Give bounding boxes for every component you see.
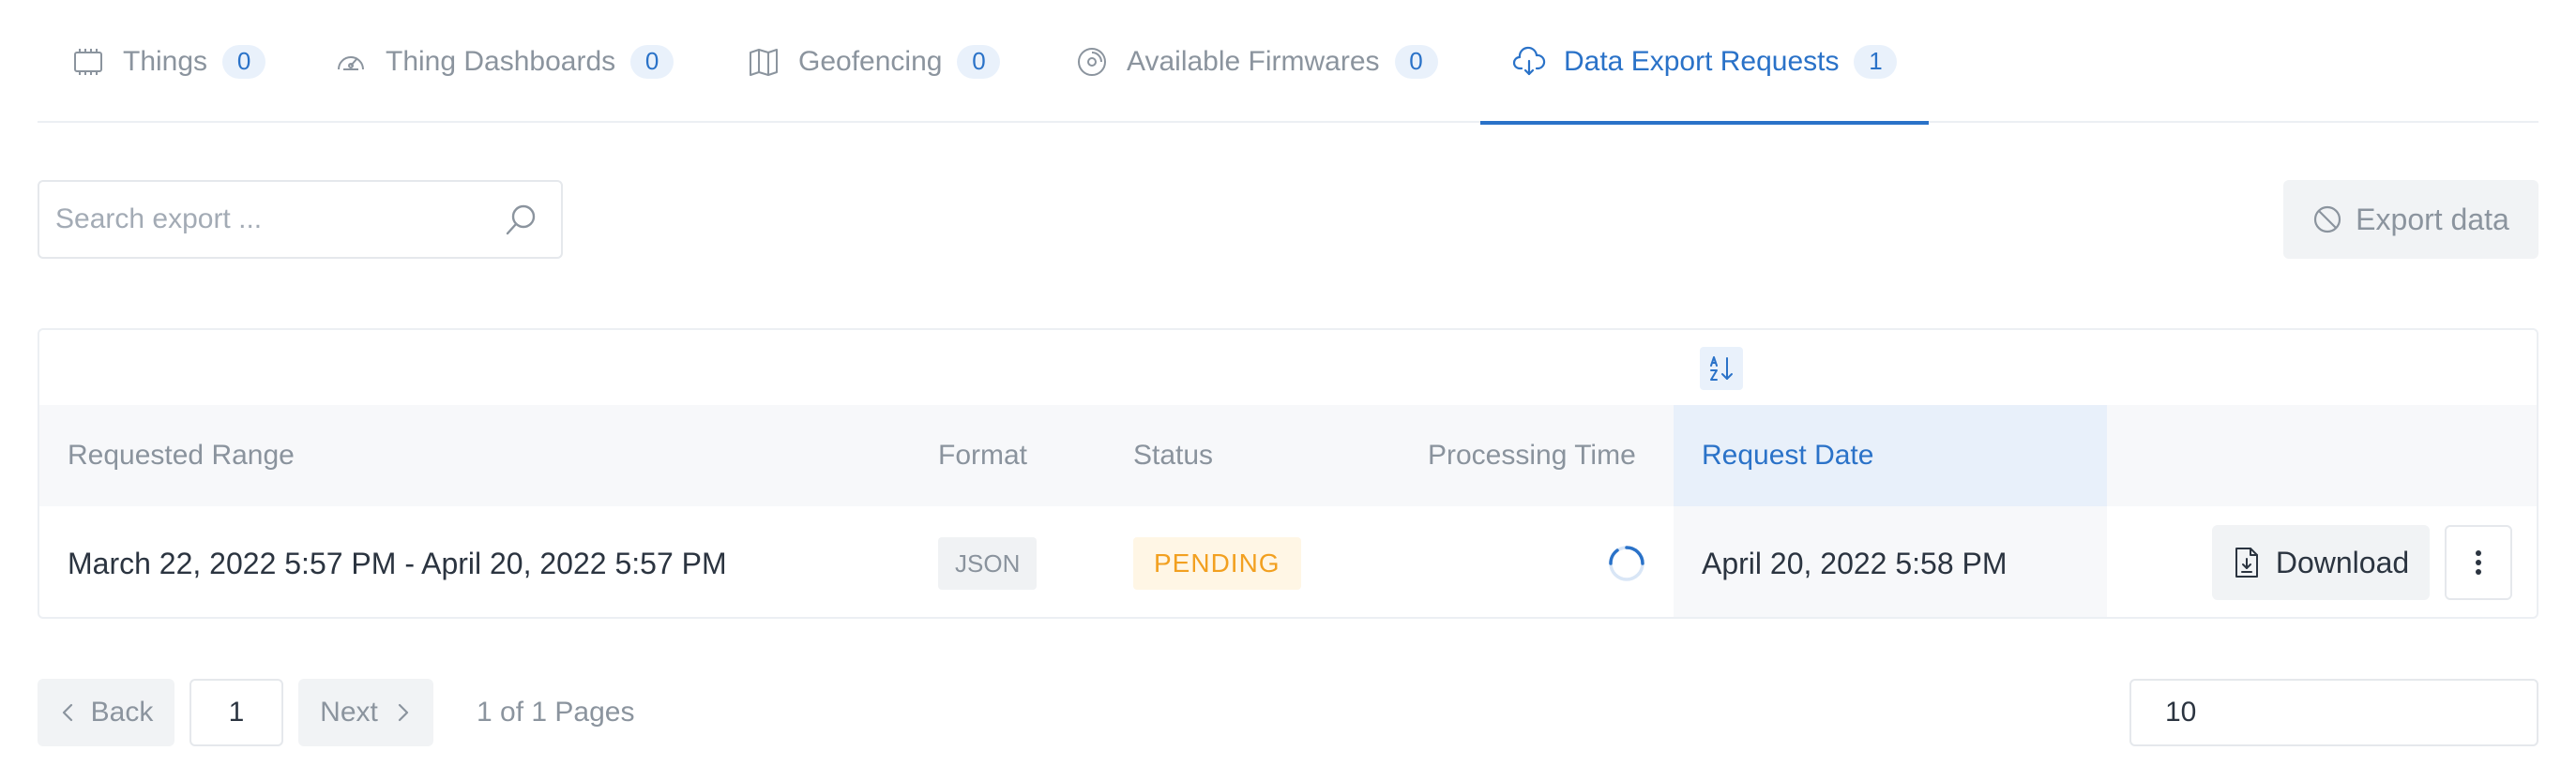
map-icon — [747, 45, 780, 79]
tab-label: Geofencing — [798, 45, 943, 77]
tab-label: Things — [123, 45, 208, 77]
download-label: Download — [2275, 545, 2410, 579]
search-box — [38, 180, 563, 259]
column-header-request-date[interactable]: Request Date — [1674, 405, 2107, 506]
page-size-value: 10 — [2165, 697, 2197, 728]
page-size-select[interactable]: 10 — [2129, 679, 2538, 746]
cell-processing-time — [1606, 506, 1647, 617]
file-download-icon — [2235, 548, 2258, 578]
chip-icon — [71, 45, 105, 79]
loading-spinner-icon — [1609, 546, 1644, 581]
status-badge: PENDING — [1133, 537, 1301, 590]
tab-count-badge: 0 — [957, 44, 1001, 79]
page-number-input[interactable] — [189, 679, 283, 746]
format-chip: JSON — [938, 537, 1038, 590]
tab-count-badge: 0 — [1394, 44, 1438, 79]
column-header-format[interactable]: Format — [938, 405, 1027, 506]
export-data-button[interactable]: Export data — [2283, 180, 2538, 259]
next-label: Next — [320, 697, 378, 728]
tab-available-firmwares[interactable]: Available Firmwares 0 — [1075, 0, 1438, 123]
export-requests-table: Requested Range Format Status Processing… — [38, 328, 2538, 619]
tab-geofencing[interactable]: Geofencing 0 — [747, 0, 1001, 123]
tab-label: Thing Dashboards — [386, 45, 616, 77]
disabled-icon — [2314, 205, 2341, 233]
export-data-label: Export data — [2356, 202, 2509, 236]
cloud-download-icon — [1512, 45, 1546, 79]
tab-count-badge: 0 — [222, 44, 266, 79]
sort-row — [39, 330, 2537, 405]
table-header: Requested Range Format Status Processing… — [39, 405, 2537, 506]
column-header-processing-time[interactable]: Processing Time — [1428, 405, 1636, 506]
search-icon[interactable] — [503, 203, 538, 238]
cell-status: PENDING — [1133, 506, 1301, 617]
gauge-icon — [334, 45, 368, 79]
column-header-requested-range[interactable]: Requested Range — [68, 405, 295, 506]
sort-az-icon[interactable] — [1700, 347, 1743, 390]
search-input[interactable] — [39, 182, 561, 257]
cell-request-date: April 20, 2022 5:58 PM — [1702, 546, 2008, 580]
tab-count-badge: 1 — [1854, 44, 1898, 79]
tab-label: Data Export Requests — [1564, 45, 1840, 77]
tab-things[interactable]: Things 0 — [71, 0, 266, 123]
page-info: 1 of 1 Pages — [477, 697, 635, 728]
column-header-status[interactable]: Status — [1133, 405, 1213, 506]
table-row: March 22, 2022 5:57 PM - April 20, 2022 … — [39, 506, 2537, 617]
row-actions-button[interactable] — [2445, 525, 2512, 600]
tab-thing-dashboards[interactable]: Thing Dashboards 0 — [334, 0, 674, 123]
cell-format: JSON — [938, 506, 1038, 617]
back-button[interactable]: Back — [38, 679, 174, 746]
next-button[interactable]: Next — [298, 679, 433, 746]
tab-label: Available Firmwares — [1127, 45, 1380, 77]
disc-icon — [1075, 45, 1109, 79]
chevron-left-icon — [62, 703, 72, 722]
download-button[interactable]: Download — [2212, 525, 2430, 600]
cell-requested-range: March 22, 2022 5:57 PM - April 20, 2022 … — [68, 546, 727, 580]
more-vertical-icon — [2476, 550, 2481, 575]
tab-data-export-requests[interactable]: Data Export Requests 1 — [1480, 0, 1930, 125]
tab-count-badge: 0 — [630, 44, 674, 79]
chevron-right-icon — [398, 703, 408, 722]
back-label: Back — [90, 697, 154, 728]
tab-bar: Things 0 Thing Dashboards 0 Geofencing 0 — [38, 0, 2538, 125]
